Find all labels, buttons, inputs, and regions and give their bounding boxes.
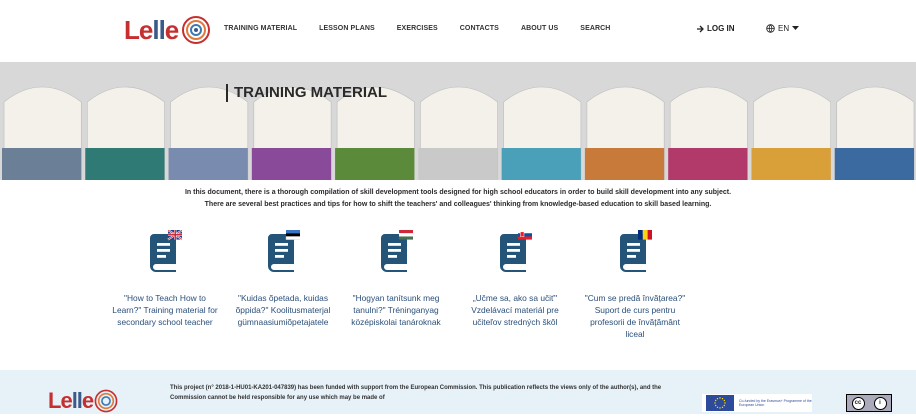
intro-line-2: There are several best practices and tip…: [204, 201, 712, 208]
logo-wordmark: Lelle: [124, 14, 179, 45]
intro-text: In this document, there is a thorough co…: [0, 187, 916, 211]
cc-icon: cc: [851, 396, 865, 410]
lelle-logo[interactable]: Lelle: [124, 14, 212, 46]
book-spine: [584, 86, 665, 180]
material-caption[interactable]: "Kuidas õpetada, kuidas õppida?" Koolitu…: [228, 292, 338, 328]
book-icon: [379, 230, 414, 272]
material-caption[interactable]: "How to Teach How to Learn?" Training ma…: [110, 292, 220, 328]
material-caption[interactable]: "Hogyan tanítsunk meg tanulni?" Tréninga…: [341, 292, 451, 328]
eu-erasmus-badge: Co-funded by the Erasmus+ Programme of t…: [702, 394, 812, 412]
footer: Lelle This project (n° 2018-1-HU01-KA201…: [0, 370, 916, 414]
material-item-english[interactable]: "How to Teach How to Learn?" Training ma…: [110, 229, 220, 328]
intro-line-1: In this document, there is a thorough co…: [184, 189, 732, 196]
material-caption[interactable]: "Cum se predă învățarea?" Suport de curs…: [580, 292, 690, 340]
book-spine: [834, 86, 915, 180]
eu-flag-icon: [706, 395, 734, 411]
book-spine: [751, 86, 832, 180]
book-icon: [266, 230, 301, 272]
login-button[interactable]: LOG IN: [696, 24, 735, 33]
footer-logo-wordmark: Lelle: [48, 388, 94, 413]
hero-banner: [0, 62, 916, 180]
creative-commons-badge[interactable]: cc i: [846, 394, 892, 412]
logo-swirl-icon: [182, 16, 211, 44]
menu-item-lesson-plans[interactable]: LESSON PLANS: [319, 25, 375, 32]
material-caption[interactable]: „Učme sa, ako sa učiť" Vzdelávací materi…: [460, 292, 570, 328]
book-spine: [2, 86, 82, 180]
book-icon: [498, 230, 533, 272]
book-spine: [85, 86, 165, 180]
login-label: LOG IN: [707, 24, 735, 33]
book-icon: [148, 229, 183, 272]
login-icon: [697, 25, 704, 32]
funding-disclaimer: This project (n° 2018-1-HU01-KA201-04783…: [170, 385, 662, 401]
menu-item-exercises[interactable]: EXERCISES: [397, 25, 438, 32]
books-banner-image: [0, 62, 916, 180]
material-item-estonian[interactable]: "Kuidas õpetada, kuidas õppida?" Koolitu…: [228, 230, 338, 328]
book-spine: [501, 86, 582, 180]
language-selector[interactable]: EN: [766, 24, 800, 33]
footer-logo[interactable]: Lelle: [48, 388, 119, 414]
material-item-romanian[interactable]: "Cum se predă învățarea?" Suport de curs…: [580, 230, 690, 340]
menu-item-training-material[interactable]: TRAINING MATERIAL: [224, 25, 297, 32]
material-item-hungarian[interactable]: "Hogyan tanítsunk meg tanulni?" Tréninga…: [341, 230, 451, 328]
chevron-down-icon: [792, 26, 800, 30]
material-item-slovak[interactable]: „Učme sa, ako sa učiť" Vzdelávací materi…: [460, 230, 570, 328]
by-icon: i: [873, 396, 887, 410]
main-menu: TRAINING MATERIAL LESSON PLANS EXERCISES…: [224, 25, 632, 32]
eu-badge-text: Co-funded by the Erasmus+ Programme of t…: [739, 399, 812, 407]
menu-item-search[interactable]: SEARCH: [580, 25, 610, 32]
book-spine: [418, 86, 498, 180]
menu-item-about-us[interactable]: ABOUT US: [521, 25, 558, 32]
book-icon: [618, 230, 653, 272]
globe-icon: [766, 24, 775, 33]
book-spine: [668, 86, 748, 180]
page-title: TRAINING MATERIAL: [226, 84, 387, 102]
language-label: EN: [778, 24, 790, 33]
logo-swirl-icon: [94, 389, 118, 413]
top-navigation: Lelle TRAINING MATERIAL LESSON PLANS EXE…: [0, 0, 916, 62]
menu-item-contacts[interactable]: CONTACTS: [460, 25, 499, 32]
